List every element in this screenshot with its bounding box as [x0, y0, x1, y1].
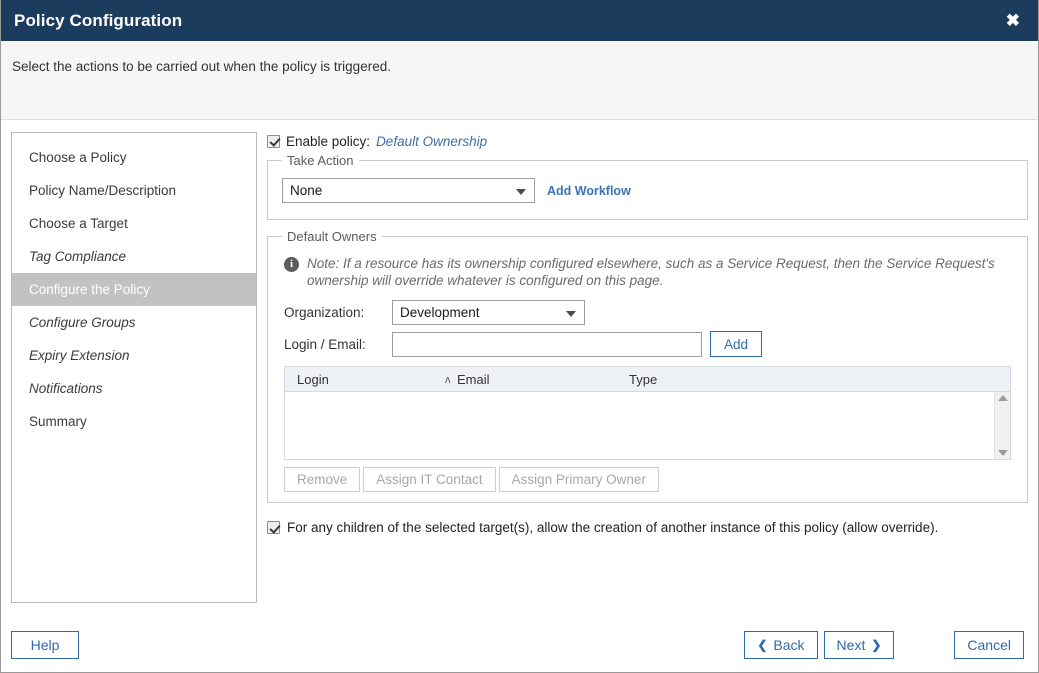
- dialog-description-text: Select the actions to be carried out whe…: [12, 59, 391, 74]
- sidebar-item-policy-name-description[interactable]: Policy Name/Description: [12, 174, 256, 207]
- login-email-row: Login / Email: Add: [278, 328, 1017, 360]
- main-content-pane: Enable policy: Default Ownership Take Ac…: [267, 132, 1028, 618]
- owners-grid-body: [285, 392, 1010, 459]
- info-icon: i: [284, 257, 299, 272]
- dialog-body: Choose a Policy Policy Name/Description …: [1, 120, 1038, 618]
- sidebar-item-expiry-extension[interactable]: Expiry Extension: [12, 339, 256, 372]
- scroll-down-icon[interactable]: [997, 450, 1008, 456]
- default-owners-note-text: Note: If a resource has its ownership co…: [307, 256, 995, 288]
- allow-override-row: For any children of the selected target(…: [267, 519, 997, 537]
- remove-button[interactable]: Remove: [284, 467, 361, 492]
- column-header-login-label: Login: [297, 371, 329, 387]
- take-action-legend: Take Action: [287, 153, 354, 168]
- dialog-description-band: Select the actions to be carried out whe…: [1, 41, 1038, 120]
- owners-grid-header: Login ʌ Email Type: [285, 367, 1010, 392]
- take-action-group: Take Action None Add Workflow: [267, 153, 1028, 220]
- enable-policy-label: Enable policy:: [286, 133, 371, 149]
- take-action-selected-value: None: [290, 183, 323, 198]
- scroll-up-icon[interactable]: [997, 395, 1008, 401]
- policy-configuration-dialog: Policy Configuration ✖ Select the action…: [0, 0, 1039, 673]
- allow-override-label: For any children of the selected target(…: [287, 520, 939, 535]
- back-button-label: Back: [773, 637, 805, 653]
- default-owners-group: Default Owners i Note: If a resource has…: [267, 229, 1028, 503]
- help-button[interactable]: Help: [11, 631, 79, 659]
- owners-grid: Login ʌ Email Type: [284, 366, 1011, 460]
- login-email-label: Login / Email:: [284, 336, 366, 352]
- footer-nav-group: ❮ Back Next ❯: [744, 631, 895, 659]
- sidebar-item-configure-groups[interactable]: Configure Groups: [12, 306, 256, 339]
- sidebar-item-choose-a-policy[interactable]: Choose a Policy: [12, 141, 256, 174]
- take-action-select[interactable]: None: [282, 178, 535, 203]
- assign-primary-owner-button[interactable]: Assign Primary Owner: [498, 467, 659, 492]
- chevron-down-icon: [566, 310, 576, 317]
- column-header-email[interactable]: Email: [457, 372, 629, 387]
- column-header-login[interactable]: Login ʌ: [297, 372, 457, 387]
- column-header-type[interactable]: Type: [629, 372, 749, 387]
- wizard-step-sidebar: Choose a Policy Policy Name/Description …: [11, 132, 257, 603]
- dialog-footer: Help ❮ Back Next ❯ Cancel: [1, 618, 1038, 672]
- add-owner-button[interactable]: Add: [710, 331, 763, 357]
- default-owners-note: i Note: If a resource has its ownership …: [278, 250, 1017, 297]
- next-button-label: Next: [836, 637, 866, 653]
- organization-select[interactable]: Development: [392, 300, 585, 325]
- back-button[interactable]: ❮ Back: [744, 631, 818, 659]
- owners-grid-actions: Remove Assign IT Contact Assign Primary …: [284, 467, 1017, 492]
- organization-label: Organization:: [284, 305, 365, 320]
- default-owners-legend: Default Owners: [287, 229, 377, 244]
- enable-policy-row: Enable policy: Default Ownership: [267, 132, 1028, 150]
- organization-row: Organization: Development: [278, 297, 1017, 328]
- sort-ascending-icon: ʌ: [445, 373, 451, 386]
- chevron-down-icon: [516, 188, 526, 195]
- sidebar-item-notifications[interactable]: Notifications: [12, 372, 256, 405]
- dialog-titlebar: Policy Configuration ✖: [1, 0, 1038, 41]
- next-button[interactable]: Next ❯: [823, 631, 895, 659]
- chevron-left-icon: ❮: [757, 638, 768, 652]
- cancel-button[interactable]: Cancel: [954, 631, 1024, 659]
- owners-grid-scrollbar[interactable]: [994, 392, 1010, 459]
- dialog-title: Policy Configuration: [14, 10, 183, 30]
- take-action-row: None Add Workflow: [278, 174, 1017, 209]
- sidebar-item-summary[interactable]: Summary: [12, 405, 256, 438]
- close-icon[interactable]: ✖: [1002, 10, 1024, 31]
- enable-policy-value: Default Ownership: [376, 133, 488, 149]
- chevron-right-icon: ❯: [871, 638, 882, 652]
- organization-selected-value: Development: [400, 305, 480, 320]
- sidebar-item-configure-the-policy[interactable]: Configure the Policy: [12, 273, 256, 306]
- add-workflow-link[interactable]: Add Workflow: [547, 184, 631, 198]
- owners-grid-rows: [285, 392, 994, 459]
- sidebar-item-tag-compliance[interactable]: Tag Compliance: [12, 240, 256, 273]
- allow-override-checkbox[interactable]: [267, 521, 280, 534]
- login-email-input[interactable]: [392, 331, 702, 357]
- enable-policy-checkbox[interactable]: [267, 134, 280, 148]
- assign-it-contact-button[interactable]: Assign IT Contact: [363, 467, 496, 492]
- sidebar-item-choose-a-target[interactable]: Choose a Target: [12, 207, 256, 240]
